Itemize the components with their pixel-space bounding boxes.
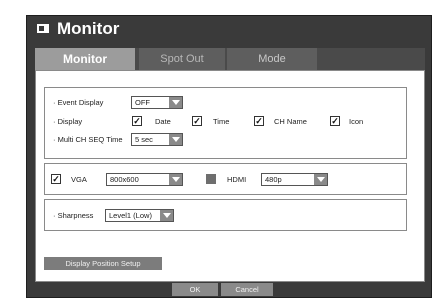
date-checkbox[interactable]: ✓ xyxy=(132,116,142,126)
screen: Monitor Monitor Spot Out Mode · Event Di… xyxy=(0,0,441,303)
monitor-dialog: Monitor Monitor Spot Out Mode · Event Di… xyxy=(26,15,432,298)
sharpness-dropdown[interactable]: Level1 (Low) xyxy=(105,209,174,222)
icon-checkbox[interactable]: ✓ xyxy=(330,116,340,126)
multi-ch-seq-time-label: · Multi CH SEQ Time xyxy=(53,135,123,144)
chevron-down-icon xyxy=(169,134,182,145)
tab-spot-out[interactable]: Spot Out xyxy=(139,48,225,70)
dialog-title: Monitor xyxy=(57,18,120,38)
event-display-value: OFF xyxy=(135,98,150,107)
time-label: Time xyxy=(213,117,230,126)
chevron-down-icon xyxy=(314,174,327,185)
event-display-dropdown[interactable]: OFF xyxy=(131,96,183,109)
ch-name-checkbox[interactable]: ✓ xyxy=(254,116,264,126)
monitor-icon xyxy=(37,24,49,33)
multi-ch-seq-time-value: 5 sec xyxy=(135,135,153,144)
chevron-down-icon xyxy=(169,97,182,108)
sharpness-label: · Sharpness xyxy=(53,211,94,220)
sharpness-group: · Sharpness Level1 (Low) xyxy=(44,199,407,231)
display-label: · Display xyxy=(53,117,83,126)
hdmi-checkbox[interactable] xyxy=(206,174,216,184)
hdmi-resolution-dropdown[interactable]: 480p xyxy=(261,173,328,186)
tab-monitor[interactable]: Monitor xyxy=(35,48,135,70)
vga-label: VGA xyxy=(71,175,87,184)
cancel-button[interactable]: Cancel xyxy=(221,283,273,296)
vga-resolution-dropdown[interactable]: 800x600 xyxy=(106,173,183,186)
settings-panel: · Event Display OFF · Display ✓ Date ✓ T… xyxy=(35,70,425,282)
icon-label: Icon xyxy=(349,117,364,126)
multi-ch-seq-time-dropdown[interactable]: 5 sec xyxy=(131,133,183,146)
date-label: Date xyxy=(155,117,171,126)
tab-mode[interactable]: Mode xyxy=(227,48,317,70)
hdmi-label: HDMI xyxy=(227,175,247,184)
hdmi-resolution-value: 480p xyxy=(265,175,282,184)
time-checkbox[interactable]: ✓ xyxy=(192,116,202,126)
vga-checkbox[interactable]: ✓ xyxy=(51,174,61,184)
display-position-setup-button[interactable]: Display Position Setup xyxy=(44,257,162,270)
ch-name-label: CH Name xyxy=(274,117,307,126)
chevron-down-icon xyxy=(169,174,182,185)
event-display-label: · Event Display xyxy=(53,98,104,107)
display-settings-group: · Event Display OFF · Display ✓ Date ✓ T… xyxy=(44,87,407,159)
ok-button[interactable]: OK xyxy=(172,283,218,296)
vga-resolution-value: 800x600 xyxy=(110,175,139,184)
sharpness-value: Level1 (Low) xyxy=(109,211,152,220)
tab-bar: Monitor Spot Out Mode xyxy=(35,48,425,70)
output-settings-group: ✓ VGA 800x600 HDMI 480p xyxy=(44,163,407,195)
chevron-down-icon xyxy=(160,210,173,221)
title-bar: Monitor xyxy=(27,16,431,41)
